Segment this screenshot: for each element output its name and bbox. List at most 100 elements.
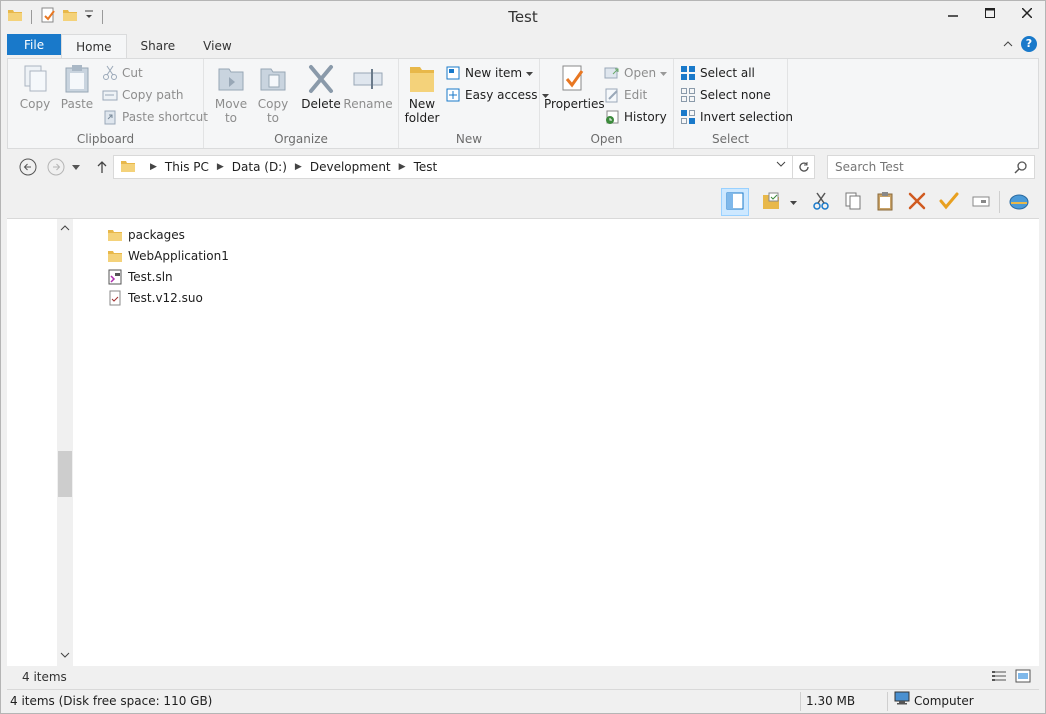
breadcrumb-separator-icon[interactable]: ▶	[295, 162, 302, 172]
folder-icon	[107, 227, 123, 243]
select-none-button[interactable]: Select none	[680, 85, 771, 105]
close-button[interactable]	[1008, 1, 1045, 25]
list-item[interactable]: Test.v12.suo	[107, 287, 229, 308]
properties-button[interactable]: Properties	[544, 63, 605, 111]
select-all-icon	[680, 65, 696, 81]
list-item[interactable]: Test.sln	[107, 266, 229, 287]
minimize-ribbon-icon[interactable]	[1003, 37, 1013, 51]
open-button[interactable]: Open	[604, 63, 668, 83]
details-view-icon[interactable]	[991, 669, 1007, 686]
search-input[interactable]	[828, 160, 1008, 174]
address-bar[interactable]: ▶ This PC ▶ Data (D:) ▶ Development ▶ Te…	[113, 155, 793, 179]
open-icon	[604, 65, 620, 81]
suo-file-icon	[107, 290, 123, 306]
refresh-button[interactable]	[793, 155, 815, 179]
shell-button[interactable]	[1005, 188, 1033, 216]
edit-button[interactable]: Edit	[604, 85, 647, 105]
view-switcher	[991, 669, 1031, 686]
checkmark-icon	[939, 191, 959, 214]
search-icon[interactable]	[1014, 160, 1028, 177]
copy-label: Copy	[19, 97, 51, 111]
properties-toolbar-button[interactable]	[935, 188, 963, 216]
easy-access-icon	[445, 87, 461, 103]
preview-pane-button[interactable]	[721, 188, 749, 216]
tab-share[interactable]: Share	[127, 34, 190, 58]
delete-button[interactable]: Delete	[298, 63, 344, 111]
breadcrumb-test[interactable]: Test	[414, 160, 438, 174]
properties-label: Properties	[544, 97, 605, 111]
paste-toolbar-button[interactable]	[871, 188, 899, 216]
clipboard-group: Copy Paste Cut Copy path Paste shortcut …	[8, 59, 208, 148]
minimize-button[interactable]	[934, 1, 971, 25]
clipboard-group-label: Clipboard	[76, 132, 135, 146]
back-button[interactable]	[17, 156, 39, 178]
tab-home[interactable]: Home	[61, 34, 127, 58]
list-item[interactable]: packages	[107, 224, 229, 245]
address-history-dropdown[interactable]	[776, 159, 786, 170]
breadcrumb-data-drive[interactable]: Data (D:)	[232, 160, 287, 174]
status-divider	[800, 692, 801, 711]
cut-toolbar-button[interactable]	[807, 188, 835, 216]
scroll-up-icon[interactable]	[57, 221, 73, 237]
paste-button[interactable]: Paste	[54, 63, 100, 111]
solution-file-icon	[107, 269, 123, 285]
folder-options-dropdown[interactable]	[785, 188, 801, 216]
new-item-button[interactable]: New item	[445, 63, 534, 83]
copy-toolbar-button[interactable]	[839, 188, 867, 216]
breadcrumb-development[interactable]: Development	[310, 160, 391, 174]
breadcrumb-separator-icon[interactable]: ▶	[150, 162, 157, 172]
breadcrumb-separator-icon[interactable]: ▶	[217, 162, 224, 172]
navigation-pane[interactable]	[7, 219, 73, 666]
new-item-icon	[445, 65, 461, 81]
history-button[interactable]: History	[604, 107, 667, 127]
folder-options-button[interactable]	[757, 188, 785, 216]
explorer-window: Test File Home Share View ? Copy Paste C…	[0, 0, 1046, 714]
easy-access-button[interactable]: Easy access	[445, 85, 549, 105]
edit-label: Edit	[624, 88, 648, 102]
scrollbar-thumb[interactable]	[58, 451, 72, 497]
delete-toolbar-button[interactable]	[903, 188, 931, 216]
file-name: packages	[128, 227, 185, 242]
easy-access-label: Easy access	[465, 88, 538, 102]
copy-path-button[interactable]: Copy path	[102, 85, 184, 105]
breadcrumb-separator-icon[interactable]: ▶	[399, 162, 406, 172]
new-folder-label-2: folder	[404, 111, 440, 125]
open-group-label: Open	[590, 132, 623, 146]
rename-button[interactable]: Rename	[342, 63, 394, 111]
rename-toolbar-button[interactable]	[967, 188, 995, 216]
navigation-scrollbar[interactable]	[57, 219, 73, 666]
chevron-down-icon	[660, 66, 668, 80]
scissors-icon	[102, 65, 118, 81]
status-divider	[887, 692, 888, 711]
copy-button[interactable]: Copy	[12, 63, 58, 111]
move-to-button[interactable]: Move to	[208, 63, 254, 125]
select-all-button[interactable]: Select all	[680, 63, 755, 83]
breadcrumb-this-pc[interactable]: This PC	[165, 160, 209, 174]
list-item[interactable]: WebApplication1	[107, 245, 229, 266]
large-icons-view-icon[interactable]	[1015, 669, 1031, 686]
tab-view[interactable]: View	[189, 34, 245, 58]
select-all-label: Select all	[700, 66, 755, 80]
copy-to-label-2: to	[266, 111, 280, 125]
clipboard-icon	[875, 191, 895, 214]
tab-file[interactable]: File	[7, 34, 62, 55]
new-group-label: New	[455, 132, 483, 146]
paste-shortcut-button[interactable]: Paste shortcut	[102, 107, 208, 127]
forward-button[interactable]	[45, 156, 67, 178]
copy-to-button[interactable]: Copy to	[250, 63, 296, 125]
search-box[interactable]	[827, 155, 1035, 179]
status-bar: 4 items (Disk free space: 110 GB) 1.30 M…	[7, 689, 1039, 713]
select-group-label: Select	[711, 132, 750, 146]
open-group: Properties Open Edit History Open	[540, 59, 674, 148]
invert-selection-button[interactable]: Invert selection	[680, 107, 793, 127]
scroll-down-icon[interactable]	[57, 648, 73, 664]
maximize-button[interactable]	[971, 1, 1008, 25]
new-folder-button[interactable]: New folder	[399, 63, 445, 125]
history-label: History	[624, 110, 667, 124]
recent-locations-button[interactable]	[69, 156, 83, 178]
paste-label: Paste	[60, 97, 94, 111]
cut-button[interactable]: Cut	[102, 63, 143, 83]
up-button[interactable]	[91, 156, 113, 178]
help-icon[interactable]: ?	[1021, 36, 1037, 52]
file-name: WebApplication1	[128, 248, 229, 263]
